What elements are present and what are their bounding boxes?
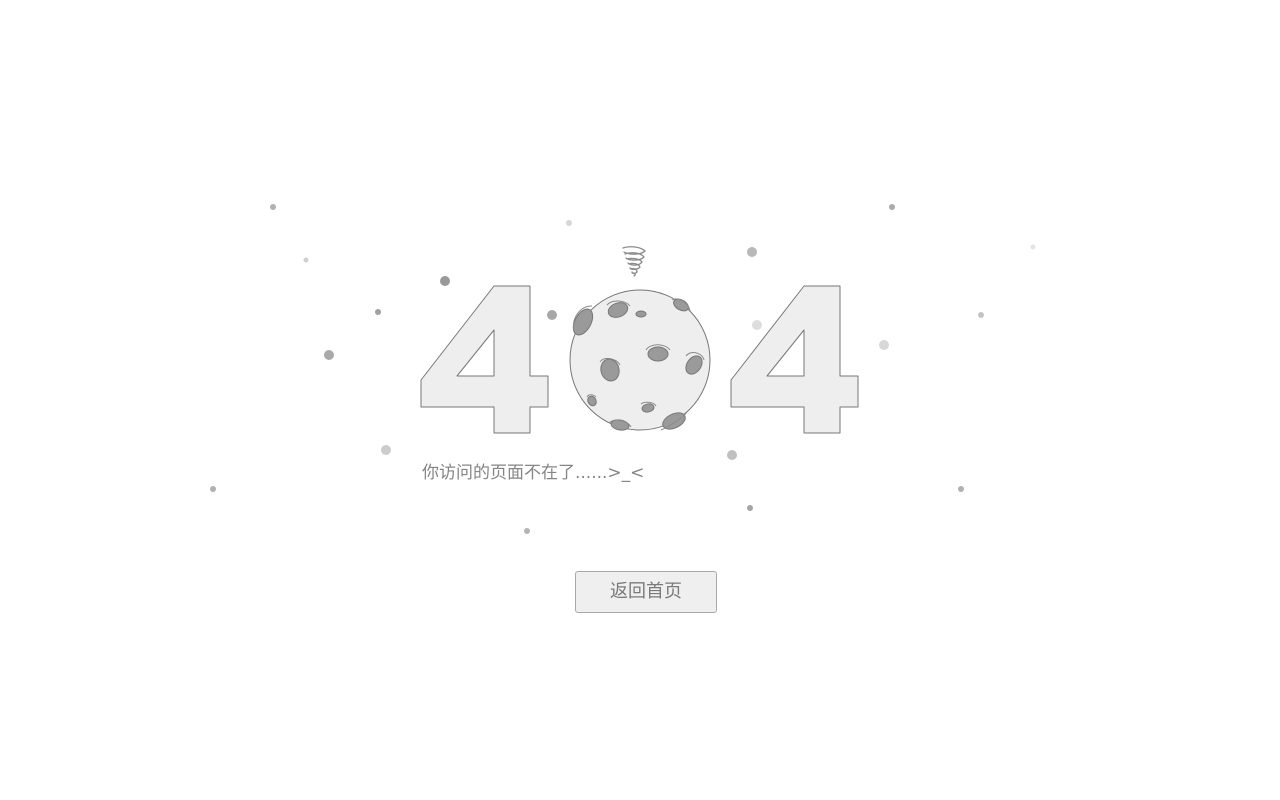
star-dot-icon	[747, 247, 757, 257]
error-404-page: 你访问的页面不在了......>_< 返回首页	[0, 0, 1280, 800]
star-dot-icon	[303, 257, 309, 263]
tornado-swirl-icon	[622, 246, 646, 277]
star-dot-icon	[566, 220, 572, 226]
star-dot-icon	[375, 309, 381, 315]
back-to-home-button[interactable]: 返回首页	[575, 571, 717, 613]
star-dot-icon	[889, 204, 895, 210]
star-dot-icon	[747, 505, 753, 511]
star-dot-icon	[752, 320, 762, 330]
star-dot-icon	[270, 204, 276, 210]
star-dot-icon	[547, 310, 557, 320]
star-dot-icon	[210, 486, 216, 492]
star-dot-icon	[381, 445, 391, 455]
not-found-message: 你访问的页面不在了......>_<	[422, 463, 645, 483]
digit-four-right	[730, 285, 859, 434]
star-dot-icon	[440, 276, 450, 286]
star-dot-icon	[727, 450, 737, 460]
star-dot-icon	[879, 340, 889, 350]
error-404-illustration	[210, 204, 1036, 534]
star-dot-icon	[978, 312, 984, 318]
moon-planet-icon	[569, 289, 711, 431]
star-dot-icon	[324, 350, 334, 360]
star-dot-icon	[1030, 244, 1036, 250]
star-dot-icon	[524, 528, 530, 534]
star-dot-icon	[958, 486, 964, 492]
digit-four-left	[420, 285, 549, 434]
